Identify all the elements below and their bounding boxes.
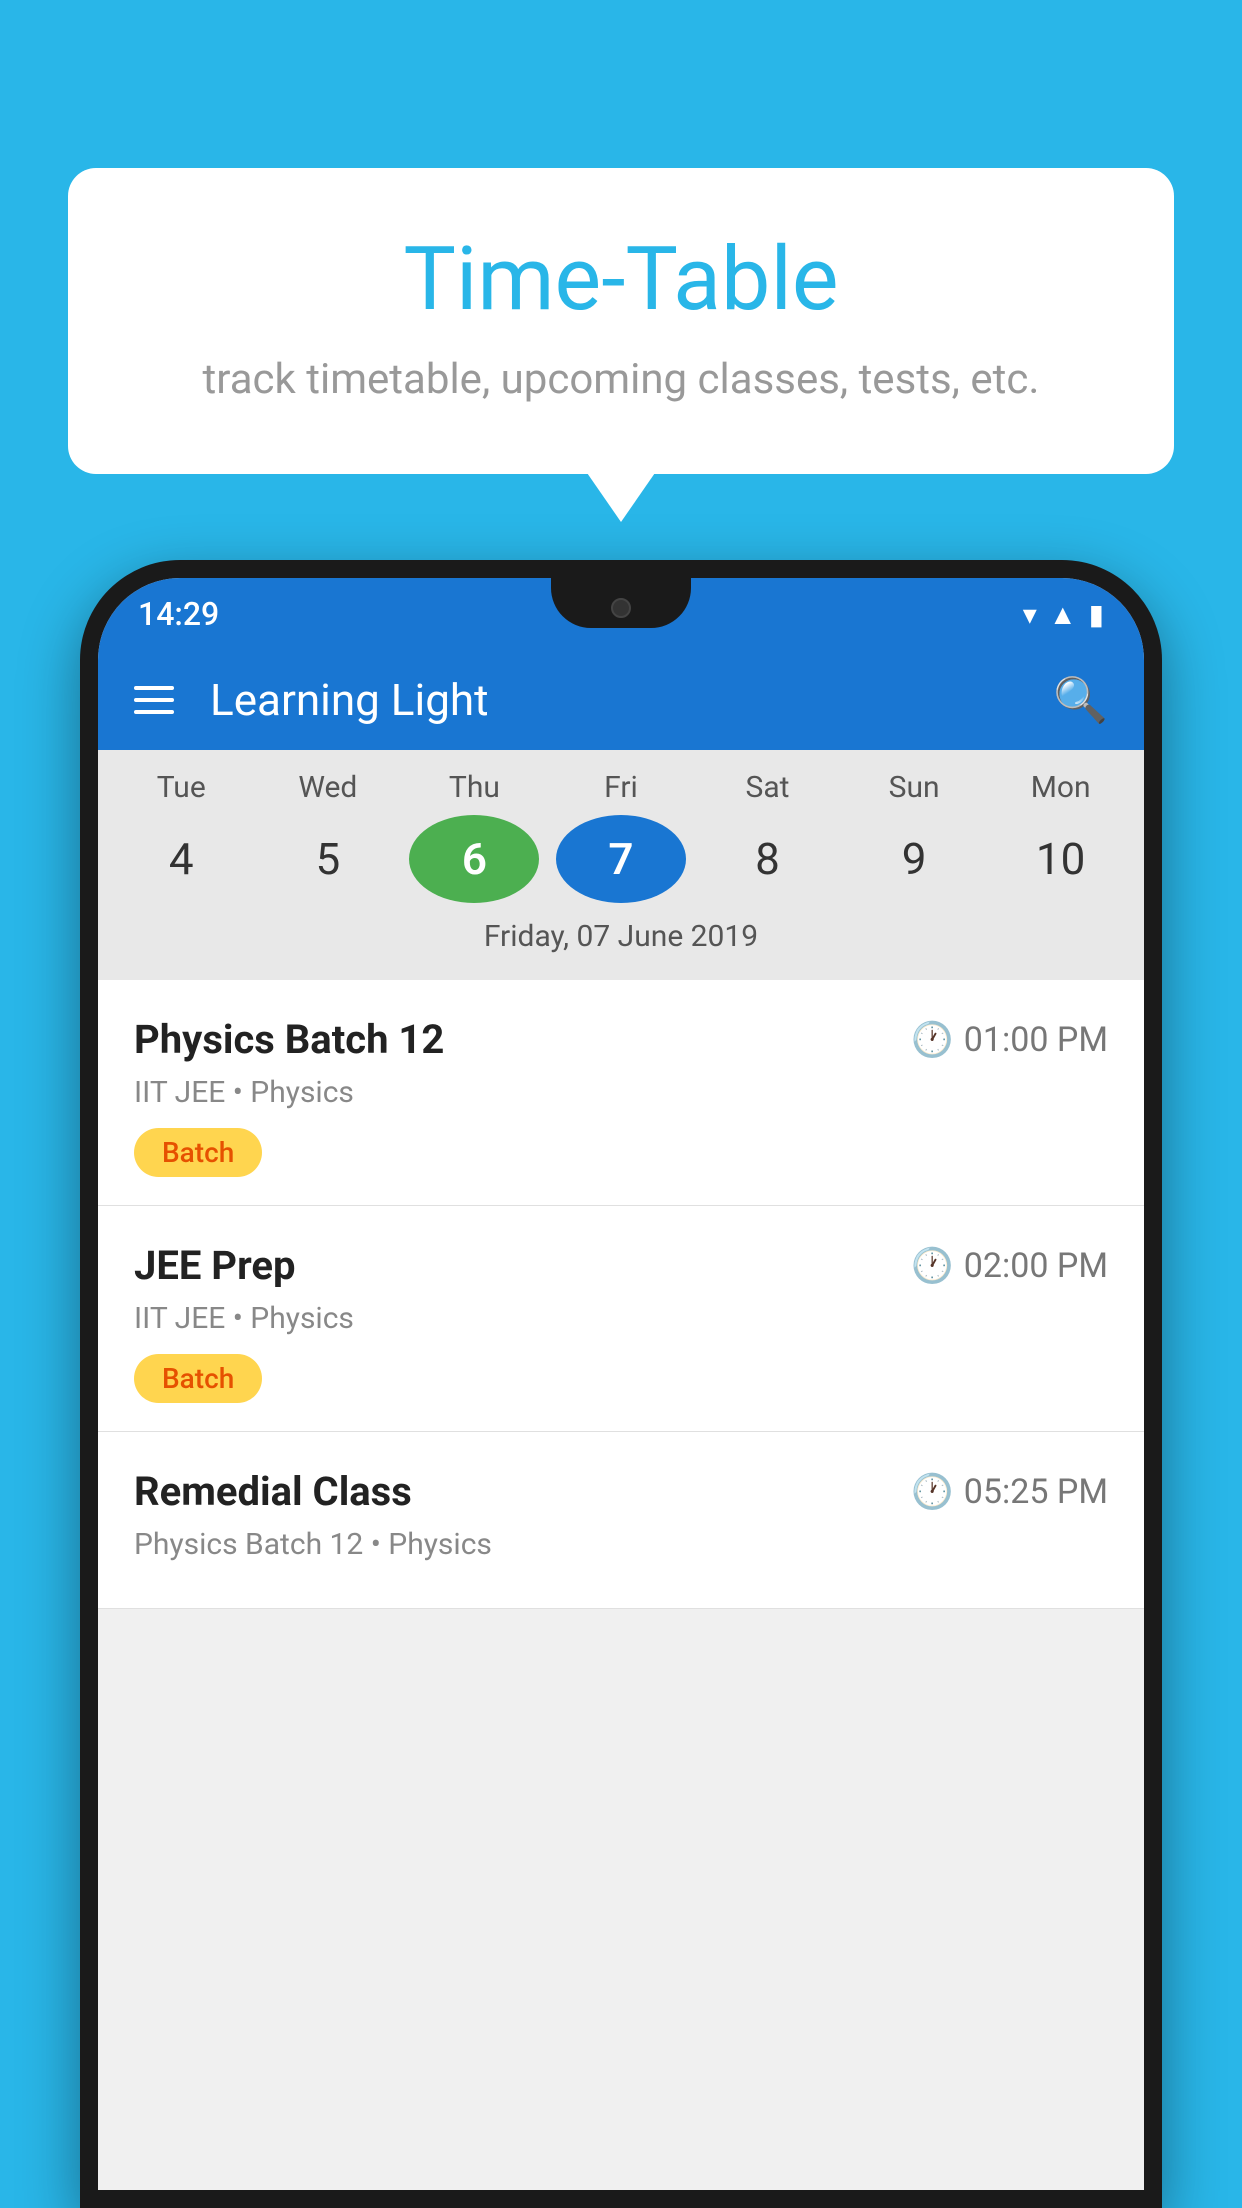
schedule-item-0[interactable]: Physics Batch 12 🕐 01:00 PM IIT JEE • Physi…	[98, 980, 1144, 1206]
day-name-sat: Sat	[703, 770, 833, 805]
schedule-subtitle-2: Physics Batch 12 • Physics	[134, 1527, 1108, 1562]
wifi-icon: ▾	[1023, 598, 1037, 631]
schedule-title-2: Remedial Class	[134, 1468, 412, 1515]
schedule-title-1: JEE Prep	[134, 1242, 295, 1289]
day-names: Tue Wed Thu Fri Sat Sun Mon	[98, 770, 1144, 805]
day-numbers[interactable]: 45678910	[98, 815, 1144, 903]
schedule-time-0: 01:00 PM	[964, 1020, 1108, 1060]
schedule-item-2[interactable]: Remedial Class 🕐 05:25 PM Physics Batch 12 …	[98, 1432, 1144, 1609]
day-name-tue: Tue	[116, 770, 246, 805]
phone-screen: 14:29 ▾ ▲ ▮ Learning Light 🔍 Tue Wed Thu Fr…	[98, 578, 1144, 2190]
day-name-sun: Sun	[849, 770, 979, 805]
notch	[551, 578, 691, 628]
clock-icon-2: 🕐	[911, 1472, 953, 1512]
day-num-9[interactable]: 9	[849, 815, 979, 903]
battery-icon: ▮	[1089, 598, 1104, 631]
day-num-7[interactable]: 7	[556, 815, 686, 903]
tooltip-card: Time-Table track timetable, upcoming cla…	[68, 168, 1174, 474]
status-icons: ▾ ▲ ▮	[1023, 598, 1104, 631]
day-name-mon: Mon	[996, 770, 1126, 805]
app-bar: Learning Light 🔍	[98, 650, 1144, 750]
day-num-8[interactable]: 8	[703, 815, 833, 903]
schedule-subtitle-0: IIT JEE • Physics	[134, 1075, 1108, 1110]
calendar-strip: Tue Wed Thu Fri Sat Sun Mon 45678910 Friday, 0…	[98, 750, 1144, 980]
schedule-subtitle-1: IIT JEE • Physics	[134, 1301, 1108, 1336]
status-time: 14:29	[138, 595, 219, 633]
phone-mockup: 14:29 ▾ ▲ ▮ Learning Light 🔍 Tue Wed Thu Fr…	[80, 560, 1162, 2208]
clock-icon-1: 🕐	[911, 1246, 953, 1286]
schedule-list: Physics Batch 12 🕐 01:00 PM IIT JEE • Physi…	[98, 980, 1144, 1609]
tooltip-subtitle: track timetable, upcoming classes, tests…	[128, 355, 1114, 404]
batch-badge-0: Batch	[134, 1128, 262, 1177]
clock-icon-0: 🕐	[911, 1020, 953, 1060]
schedule-time-1: 02:00 PM	[964, 1246, 1108, 1286]
app-title: Learning Light	[210, 674, 1053, 726]
search-icon[interactable]: 🔍	[1053, 674, 1108, 726]
camera-dot	[611, 598, 631, 618]
day-num-6[interactable]: 6	[409, 815, 539, 903]
day-name-wed: Wed	[263, 770, 393, 805]
day-num-10[interactable]: 10	[996, 815, 1126, 903]
day-num-5[interactable]: 5	[263, 815, 393, 903]
tooltip-title: Time-Table	[128, 228, 1114, 331]
schedule-title-0: Physics Batch 12	[134, 1016, 444, 1063]
day-name-fri: Fri	[556, 770, 686, 805]
schedule-item-1[interactable]: JEE Prep 🕐 02:00 PM IIT JEE • Physics Batch	[98, 1206, 1144, 1432]
status-bar: 14:29 ▾ ▲ ▮	[98, 578, 1144, 650]
batch-badge-1: Batch	[134, 1354, 262, 1403]
hamburger-icon[interactable]	[134, 686, 174, 714]
day-num-4[interactable]: 4	[116, 815, 246, 903]
selected-date-label: Friday, 07 June 2019	[98, 919, 1144, 970]
day-name-thu: Thu	[409, 770, 539, 805]
signal-icon: ▲	[1049, 598, 1077, 631]
schedule-time-2: 05:25 PM	[964, 1472, 1108, 1512]
